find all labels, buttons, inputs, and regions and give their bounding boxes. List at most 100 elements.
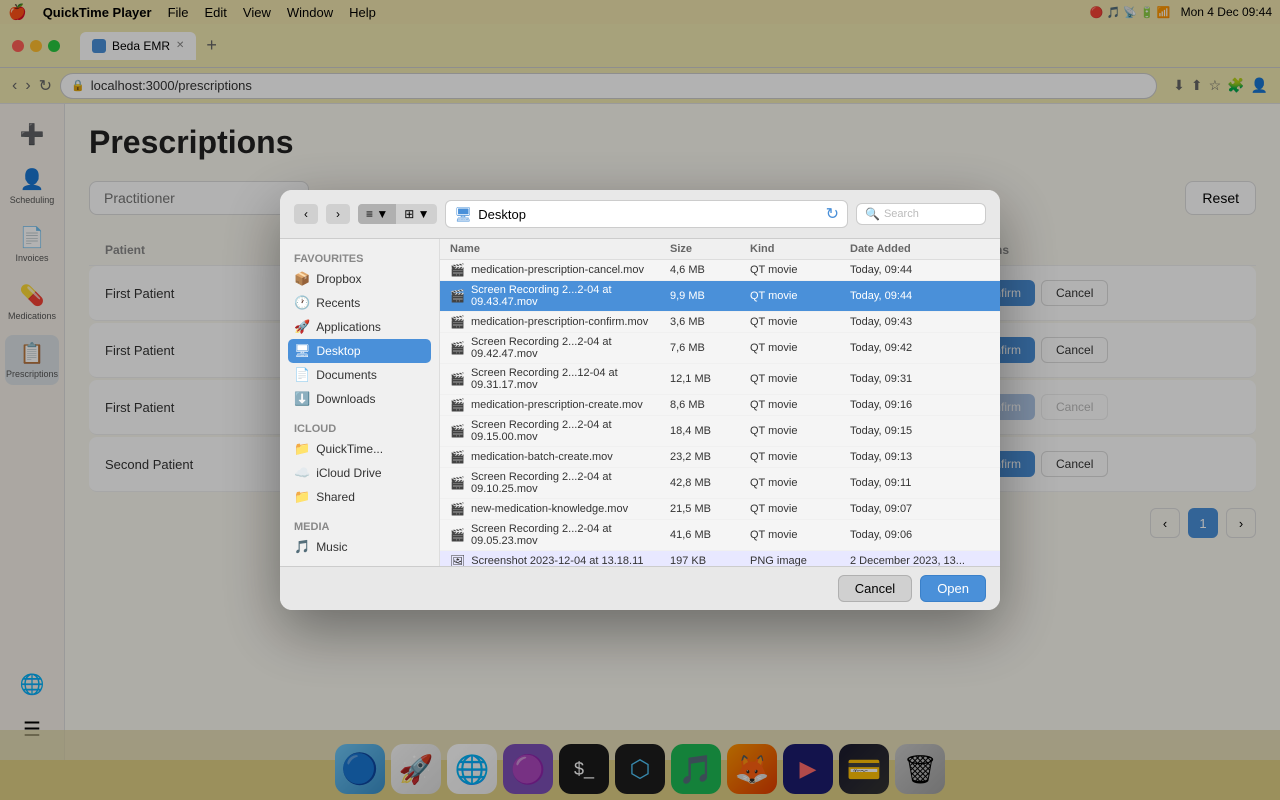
file-kind: QT movie (750, 477, 850, 489)
file-size: 9,9 MB (670, 290, 750, 302)
dialog-footer: Cancel Open (280, 566, 1000, 610)
file-row[interactable]: 🎬 new-medication-knowledge.mov 21,5 MB QT… (440, 499, 1000, 520)
file-kind: QT movie (750, 503, 850, 515)
sidebar-applications[interactable]: 🚀 Applications (288, 315, 431, 339)
file-row[interactable]: 🎬 Screen Recording 2...2-04 at 09.05.23.m… (440, 520, 1000, 551)
file-date: Today, 09:42 (850, 342, 990, 354)
dialog-forward-button[interactable]: › (326, 204, 350, 224)
file-date: Today, 09:06 (850, 529, 990, 541)
file-name: Screenshot 2023-12-04 at 13.18.11 (471, 555, 643, 566)
location-refresh-icon: ↻ (826, 204, 839, 224)
file-dialog: ‹ › ≡ ▼ ⊞ ▼ 🖥 Desktop ↻ 🔍 Search Favouri… (280, 190, 1000, 610)
file-date: Today, 09:44 (850, 264, 990, 276)
icloud-drive-icon: ☁️ (294, 465, 310, 481)
file-date: Today, 09:43 (850, 316, 990, 328)
location-icon: 🖥 (454, 206, 472, 223)
file-row[interactable]: 🎬Screen Recording 2...2-04 at 09.43.47.m… (440, 281, 1000, 312)
file-date: Today, 09:44 (850, 290, 990, 302)
col-date: Date Added (850, 243, 990, 255)
sidebar-quicktime[interactable]: 📁 QuickTime... (288, 437, 431, 461)
dialog-open-button[interactable]: Open (920, 575, 986, 602)
dialog-toolbar: ‹ › ≡ ▼ ⊞ ▼ 🖥 Desktop ↻ 🔍 Search (280, 190, 1000, 239)
file-row[interactable]: 🎬medication-prescription-cancel.mov 4,6 … (440, 260, 1000, 281)
file-kind: QT movie (750, 451, 850, 463)
dialog-back-button[interactable]: ‹ (294, 204, 318, 224)
file-icon: 🎬 (450, 476, 465, 490)
quicktime-label: QuickTime... (316, 442, 383, 456)
sidebar-music[interactable]: 🎵 Music (288, 535, 431, 559)
file-name: Screen Recording 2...2-04 at 09.42.47.mo… (471, 336, 670, 360)
search-bar[interactable]: 🔍 Search (856, 203, 986, 225)
grid-view-button[interactable]: ⊞ ▼ (396, 204, 437, 224)
sidebar-shared[interactable]: 📁 Shared (288, 485, 431, 509)
documents-icon: 📄 (294, 367, 310, 383)
downloads-icon: ⬇️ (294, 391, 310, 407)
col-name: Name (450, 243, 670, 255)
file-icon: 🎬 (450, 450, 465, 464)
desktop-label: Desktop (317, 344, 361, 358)
file-icon: 🎬 (450, 341, 465, 355)
quicktime-folder-icon: 📁 (294, 441, 310, 457)
file-size: 3,6 MB (670, 316, 750, 328)
file-date: Today, 09:15 (850, 425, 990, 437)
file-row[interactable]: 🎬medication-prescription-confirm.mov 3,6… (440, 312, 1000, 333)
file-size: 42,8 MB (670, 477, 750, 489)
file-name: Screen Recording 2...12-04 at 09.31.17.m… (471, 367, 670, 391)
file-row[interactable]: 🎬Screen Recording 2...12-04 at 09.31.17.… (440, 364, 1000, 395)
sidebar-documents[interactable]: 📄 Documents (288, 363, 431, 387)
dialog-cancel-button[interactable]: Cancel (838, 575, 912, 602)
sidebar-icloud-drive[interactable]: ☁️ iCloud Drive (288, 461, 431, 485)
downloads-label: Downloads (316, 392, 375, 406)
file-row[interactable]: 🎬medication-batch-create.mov 23,2 MB QT … (440, 447, 1000, 468)
file-row[interactable]: 🎬 Screen Recording 2...2-04 at 09.10.25.m… (440, 468, 1000, 499)
search-icon: 🔍 (865, 207, 880, 221)
file-size: 18,4 MB (670, 425, 750, 437)
file-size: 21,5 MB (670, 503, 750, 515)
music-icon: 🎵 (294, 539, 310, 555)
sidebar-desktop[interactable]: 🖥 Desktop (288, 339, 431, 363)
documents-label: Documents (316, 368, 377, 382)
file-row[interactable]: 🎬medication-prescription-create.mov 8,6 … (440, 395, 1000, 416)
desktop-icon: 🖥 (294, 343, 311, 359)
sidebar-recents[interactable]: 🕐 Recents (288, 291, 431, 315)
file-icon: 🎬 (450, 528, 465, 542)
file-date: Today, 09:07 (850, 503, 990, 515)
recents-label: Recents (316, 296, 360, 310)
file-icon: 🎬 (450, 315, 465, 329)
file-name: Screen Recording 2...2-04 at 09.05.23.mo… (471, 523, 670, 547)
file-kind: QT movie (750, 342, 850, 354)
file-size: 197 KB (670, 555, 750, 566)
file-dialog-overlay: ‹ › ≡ ▼ ⊞ ▼ 🖥 Desktop ↻ 🔍 Search Favouri… (0, 0, 1280, 800)
file-date: Today, 09:31 (850, 373, 990, 385)
file-kind: QT movie (750, 399, 850, 411)
file-name: medication-prescription-cancel.mov (471, 264, 644, 276)
file-row[interactable]: 🖼Screenshot 2023-12-04 at 13.18.11 197 K… (440, 551, 1000, 566)
file-size: 12,1 MB (670, 373, 750, 385)
file-row[interactable]: 🎬 Screen Recording 2...2-04 at 09.42.47.m… (440, 333, 1000, 364)
dialog-sidebar: Favourites 📦 Dropbox 🕐 Recents 🚀 Applica… (280, 239, 440, 566)
file-kind: QT movie (750, 316, 850, 328)
media-title: Media (288, 517, 431, 535)
col-kind: Kind (750, 243, 850, 255)
icloud-drive-label: iCloud Drive (316, 466, 381, 480)
location-bar[interactable]: 🖥 Desktop ↻ (445, 200, 848, 228)
file-row[interactable]: 🎬Screen Recording 2...2-04 at 09.15.00.m… (440, 416, 1000, 447)
file-list-panel: Name Size Kind Date Added 🎬medication-pr… (440, 239, 1000, 566)
dropbox-icon: 📦 (294, 271, 310, 287)
shared-folder-icon: 📁 (294, 489, 310, 505)
file-name: new-medication-knowledge.mov (471, 503, 628, 515)
location-text: Desktop (478, 207, 526, 222)
sidebar-photos[interactable]: 📷 Photos (288, 559, 431, 566)
file-name: Screen Recording 2...2-04 at 09.10.25.mo… (471, 471, 670, 495)
file-kind: QT movie (750, 373, 850, 385)
file-size: 4,6 MB (670, 264, 750, 276)
file-size: 41,6 MB (670, 529, 750, 541)
dropbox-label: Dropbox (316, 272, 361, 286)
file-name: Screen Recording 2...2-04 at 09.43.47.mo… (471, 284, 670, 308)
sidebar-dropbox[interactable]: 📦 Dropbox (288, 267, 431, 291)
file-icon: 🎬 (450, 502, 465, 516)
list-view-button[interactable]: ≡ ▼ (358, 204, 396, 224)
music-label: Music (316, 540, 347, 554)
file-date: 2 December 2023, 13... (850, 555, 990, 566)
sidebar-downloads[interactable]: ⬇️ Downloads (288, 387, 431, 411)
